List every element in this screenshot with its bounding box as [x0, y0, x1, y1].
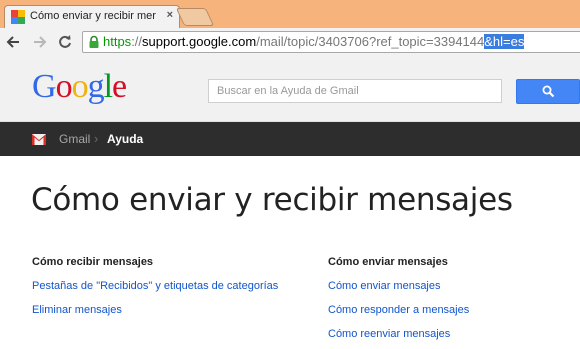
breadcrumb-separator: › — [94, 131, 99, 146]
logo-letter: g — [87, 68, 105, 105]
url-scheme: https — [103, 34, 132, 49]
logo-letter: o — [71, 68, 89, 105]
section-heading: Cómo enviar mensajes — [328, 256, 448, 268]
link-delete-messages[interactable]: Eliminar mensajes — [32, 301, 282, 319]
address-bar[interactable]: https://support.google.com/mail/topic/34… — [82, 31, 580, 53]
browser-tab-strip: Cómo enviar y recibir mer × — [0, 0, 580, 28]
reload-icon[interactable] — [58, 35, 72, 49]
back-arrow-icon[interactable] — [6, 35, 20, 49]
section-heading: Cómo recibir mensajes — [32, 256, 154, 268]
gmail-icon — [32, 134, 46, 145]
breadcrumb: Gmail › Ayuda — [0, 122, 580, 156]
browser-toolbar: https://support.google.com/mail/topic/34… — [0, 28, 580, 59]
tab-close-icon[interactable]: × — [167, 9, 173, 21]
logo-letter: e — [112, 68, 127, 105]
search-input[interactable] — [208, 79, 502, 103]
link-send-messages[interactable]: Cómo enviar mensajes — [328, 277, 568, 295]
link-inbox-tabs[interactable]: Pestañas de "Recibidos" y etiquetas de c… — [32, 277, 282, 295]
logo-letter: G — [32, 68, 57, 105]
google-header: Google — [0, 58, 580, 122]
new-tab-button[interactable] — [175, 8, 215, 26]
google-logo[interactable]: Google — [32, 68, 127, 106]
tab-title: Cómo enviar y recibir mer — [30, 10, 156, 22]
url-selected-text: &hl=es — [484, 34, 525, 49]
url-text: https://support.google.com/mail/topic/34… — [103, 34, 525, 49]
search-icon — [542, 85, 555, 98]
search-button[interactable] — [516, 79, 580, 104]
logo-letter: o — [55, 68, 73, 105]
forward-arrow-icon[interactable] — [33, 35, 47, 49]
logo-letter: l — [103, 68, 114, 105]
url-path: /mail/topic/3403706?ref_topic=3394144 — [256, 34, 485, 49]
link-forward-messages[interactable]: Cómo reenviar mensajes — [328, 325, 568, 343]
lock-icon — [89, 35, 99, 48]
send-section: Cómo enviar mensajes Cómo enviar mensaje… — [328, 256, 568, 349]
page-title: Cómo enviar y recibir mensajes — [31, 182, 513, 218]
receive-section: Cómo recibir mensajes Pestañas de "Recib… — [32, 256, 282, 325]
browser-tab[interactable]: Cómo enviar y recibir mer × — [4, 5, 180, 28]
url-separator: :// — [131, 34, 143, 49]
link-reply-messages[interactable]: Cómo responder a mensajes — [328, 301, 568, 319]
url-host: support.google.com — [142, 34, 257, 49]
breadcrumb-gmail-link[interactable]: Gmail — [59, 132, 90, 146]
breadcrumb-current: Ayuda — [107, 132, 144, 146]
google-favicon-icon — [11, 10, 25, 24]
